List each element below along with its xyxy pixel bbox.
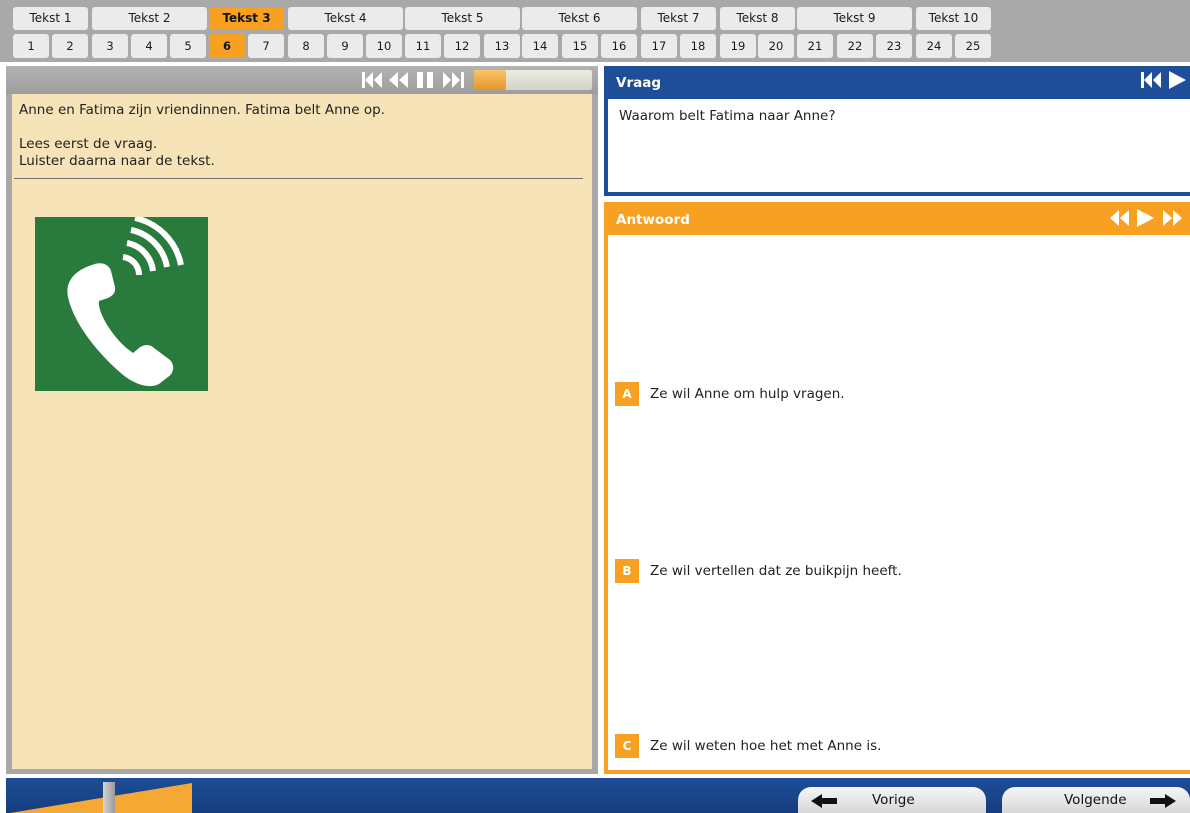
rewind-icon[interactable] xyxy=(1108,207,1130,229)
question-number-22[interactable]: 22 xyxy=(837,34,873,58)
answer-title: Antwoord xyxy=(616,212,690,228)
previous-label: Vorige xyxy=(872,792,915,808)
question-number-16[interactable]: 16 xyxy=(601,34,637,58)
question-number-8[interactable]: 8 xyxy=(288,34,324,58)
question-body: Waarom belt Fatima naar Anne? xyxy=(608,99,1190,192)
question-number-14[interactable]: 14 xyxy=(522,34,558,58)
tab-tekst-2[interactable]: Tekst 2 xyxy=(92,7,207,30)
question-number-10[interactable]: 10 xyxy=(366,34,402,58)
answer-body xyxy=(608,235,1190,770)
question-number-15[interactable]: 15 xyxy=(562,34,598,58)
option-text[interactable]: Ze wil vertellen dat ze buikpijn heeft. xyxy=(650,563,902,579)
tab-tekst-3[interactable]: Tekst 3 xyxy=(209,7,284,30)
question-number-13[interactable]: 13 xyxy=(484,34,520,58)
tab-tekst-6[interactable]: Tekst 6 xyxy=(522,7,637,30)
option-text[interactable]: Ze wil weten hoe het met Anne is. xyxy=(650,738,881,754)
tab-tekst-7[interactable]: Tekst 7 xyxy=(641,7,716,30)
option-letter-badge[interactable]: A xyxy=(615,382,639,406)
instruction-read-question: Lees eerst de vraag. xyxy=(19,136,158,152)
question-number-9[interactable]: 9 xyxy=(327,34,363,58)
next-button[interactable]: Volgende xyxy=(1002,787,1190,813)
question-number-17[interactable]: 17 xyxy=(641,34,677,58)
rewind-icon[interactable] xyxy=(387,69,409,91)
question-panel: Vraag Waarom belt Fatima naar Anne? xyxy=(604,66,1190,196)
skip-to-start-icon[interactable] xyxy=(361,69,383,91)
question-number-6[interactable]: 6 xyxy=(209,34,245,58)
answer-panel: Antwoord xyxy=(604,202,1190,774)
next-label: Volgende xyxy=(1064,792,1127,808)
play-icon[interactable] xyxy=(1166,69,1188,91)
tab-tekst-10[interactable]: Tekst 10 xyxy=(916,7,991,30)
tab-tekst-8[interactable]: Tekst 8 xyxy=(720,7,795,30)
question-text: Waarom belt Fatima naar Anne? xyxy=(619,108,836,124)
question-number-12[interactable]: 12 xyxy=(444,34,480,58)
skip-to-start-icon[interactable] xyxy=(1140,69,1162,91)
question-title: Vraag xyxy=(616,75,661,91)
option-text[interactable]: Ze wil Anne om hulp vragen. xyxy=(650,386,845,402)
fast-forward-icon[interactable] xyxy=(1162,207,1184,229)
text-content: Anne en Fatima zijn vriendinnen. Fatima … xyxy=(12,94,592,769)
volume-slider-handle[interactable] xyxy=(103,782,115,813)
instruction-listen: Luister daarna naar de tekst. xyxy=(19,153,215,169)
tab-tekst-5[interactable]: Tekst 5 xyxy=(405,7,520,30)
question-number-25[interactable]: 25 xyxy=(955,34,991,58)
audio-progress-bar[interactable] xyxy=(474,70,592,90)
phone-ringing-icon xyxy=(35,217,208,391)
option-letter-badge[interactable]: B xyxy=(615,559,639,583)
arrow-right-icon xyxy=(1150,794,1176,808)
previous-button[interactable]: Vorige xyxy=(798,787,986,813)
volume-slider[interactable] xyxy=(10,783,192,813)
pause-icon[interactable] xyxy=(414,69,436,91)
question-number-4[interactable]: 4 xyxy=(131,34,167,58)
question-number-18[interactable]: 18 xyxy=(680,34,716,58)
question-number-1[interactable]: 1 xyxy=(13,34,49,58)
question-number-7[interactable]: 7 xyxy=(248,34,284,58)
tab-tekst-4[interactable]: Tekst 4 xyxy=(288,7,403,30)
question-number-19[interactable]: 19 xyxy=(720,34,756,58)
divider xyxy=(14,178,583,179)
question-number-2[interactable]: 2 xyxy=(52,34,88,58)
skip-forward-icon[interactable] xyxy=(442,69,466,91)
question-number-3[interactable]: 3 xyxy=(92,34,128,58)
audio-player-bar xyxy=(6,66,598,94)
question-number-11[interactable]: 11 xyxy=(405,34,441,58)
text-panel: Anne en Fatima zijn vriendinnen. Fatima … xyxy=(6,66,598,774)
option-letter-badge[interactable]: C xyxy=(615,734,639,758)
arrow-left-icon xyxy=(811,794,837,808)
question-number-23[interactable]: 23 xyxy=(876,34,912,58)
intro-text: Anne en Fatima zijn vriendinnen. Fatima … xyxy=(19,102,385,118)
question-number-21[interactable]: 21 xyxy=(797,34,833,58)
tab-tekst-9[interactable]: Tekst 9 xyxy=(797,7,912,30)
question-number-5[interactable]: 5 xyxy=(170,34,206,58)
play-icon[interactable] xyxy=(1134,207,1156,229)
question-number-24[interactable]: 24 xyxy=(916,34,952,58)
audio-progress-fill xyxy=(474,70,506,90)
top-navigation: Tekst 1 Tekst 2 Tekst 3 Tekst 4 Tekst 5 … xyxy=(0,0,1190,62)
question-number-20[interactable]: 20 xyxy=(758,34,794,58)
tab-tekst-1[interactable]: Tekst 1 xyxy=(13,7,88,30)
